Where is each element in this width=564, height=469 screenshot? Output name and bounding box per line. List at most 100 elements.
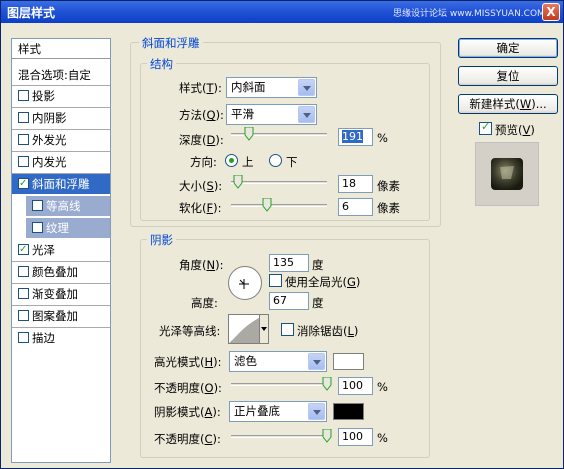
gradient-overlay-checkbox[interactable] [18, 288, 29, 299]
chevron-down-icon[interactable] [308, 353, 325, 370]
slider-thumb[interactable] [322, 377, 332, 391]
style-item-inner-glow[interactable]: 内发光 [12, 152, 110, 172]
style-item-label: 等高线 [46, 199, 81, 213]
shadow-opacity-slider[interactable] [231, 429, 332, 443]
inner-shadow-checkbox[interactable] [18, 112, 29, 123]
highlight-opacity-value: 100 [342, 379, 363, 392]
watermark-text: 思缘设计论坛 www.MISSYUAN.COM [393, 9, 545, 19]
pattern-overlay-checkbox[interactable] [18, 310, 29, 321]
altitude-value: 67 [273, 294, 287, 307]
blend-options-item[interactable]: 混合选项:自定 [12, 65, 110, 85]
contour-dropdown-arrow[interactable] [259, 314, 269, 344]
ok-button[interactable]: 确定 [458, 38, 558, 58]
contour-checkbox[interactable] [32, 200, 43, 211]
depth-slider[interactable] [231, 127, 327, 141]
inner-glow-checkbox[interactable] [18, 156, 29, 167]
shadow-mode-value: 正片叠底 [234, 404, 280, 418]
drop-shadow-checkbox[interactable] [18, 90, 29, 101]
style-item-label: 投影 [32, 89, 55, 103]
highlight-opacity-unit: % [377, 380, 388, 394]
style-item-label: 颜色叠加 [32, 265, 78, 279]
highlight-opacity-slider[interactable] [231, 377, 332, 391]
style-item-pattern-overlay[interactable]: 图案叠加 [12, 306, 110, 326]
chevron-down-icon[interactable] [298, 79, 315, 96]
slider-thumb[interactable] [244, 127, 254, 141]
angle-label: 角度(N): [179, 258, 224, 272]
direction-down-radio[interactable] [269, 154, 282, 167]
layer-style-dialog: 图层样式 思缘设计论坛 www.MISSYUAN.COM X 样式 混合选项:自… [0, 0, 564, 469]
highlight-mode-select[interactable]: 滤色 [229, 351, 327, 372]
soften-unit: 像素 [377, 201, 400, 215]
bevel-emboss-checkbox[interactable] [18, 174, 29, 194]
technique-value: 平滑 [231, 107, 254, 121]
outer-glow-checkbox[interactable] [18, 134, 29, 145]
angle-input[interactable]: 135 [269, 254, 309, 272]
altitude-label: 高度: [191, 296, 218, 310]
close-button[interactable]: X [542, 3, 560, 21]
bevel-emboss-title: 斜面和浮雕 [139, 35, 203, 51]
highlight-mode-value: 滤色 [234, 354, 257, 368]
size-unit: 像素 [377, 179, 400, 193]
depth-label: 深度(D): [179, 133, 224, 147]
soften-slider[interactable] [231, 198, 327, 212]
preview-checkbox[interactable] [479, 120, 492, 135]
shadow-opacity-unit: % [377, 431, 388, 445]
slider-thumb[interactable] [322, 429, 332, 443]
texture-checkbox[interactable] [32, 222, 43, 233]
stroke-checkbox[interactable] [18, 332, 29, 343]
bevel-style-value: 内斜面 [231, 80, 266, 94]
style-item-texture[interactable]: 纹理 [26, 218, 110, 238]
style-item-gradient-overlay[interactable]: 渐变叠加 [12, 284, 110, 304]
opacity1-label: 不透明度(O): [154, 381, 222, 395]
technique-label: 方法(Q): [179, 108, 224, 122]
slider-thumb[interactable] [233, 175, 243, 189]
shadow-color-swatch[interactable] [333, 403, 364, 420]
style-preview-thumbnail [475, 142, 539, 206]
size-input[interactable]: 18 [338, 175, 373, 193]
size-value: 18 [342, 177, 356, 190]
styles-list-header[interactable]: 样式 [12, 39, 110, 59]
depth-unit: % [377, 131, 388, 145]
chevron-down-icon[interactable] [308, 403, 325, 420]
shadow-mode-select[interactable]: 正片叠底 [229, 401, 327, 422]
style-item-label: 内发光 [32, 155, 67, 169]
soften-input[interactable]: 6 [338, 198, 373, 216]
color-overlay-checkbox[interactable] [18, 266, 29, 277]
new-style-button[interactable]: 新建样式(W)... [458, 94, 558, 114]
direction-up-radio[interactable] [225, 154, 238, 167]
title-bar[interactable]: 图层样式 思缘设计论坛 www.MISSYUAN.COM X [1, 1, 563, 23]
chevron-down-icon[interactable] [298, 106, 315, 123]
style-item-drop-shadow[interactable]: 投影 [12, 86, 110, 106]
global-light-checkbox[interactable] [269, 274, 282, 287]
style-item-label: 光泽 [32, 243, 55, 257]
preview-swatch-icon [491, 158, 523, 190]
altitude-unit: 度 [312, 296, 324, 310]
shadow-opacity-value: 100 [342, 430, 363, 443]
style-item-contour[interactable]: 等高线 [26, 196, 110, 216]
global-light-label: 使用全局光(G) [285, 275, 361, 289]
style-item-satin[interactable]: 光泽 [12, 240, 110, 260]
angle-dial[interactable] [228, 266, 262, 300]
reset-button[interactable]: 复位 [458, 66, 558, 86]
style-item-outer-glow[interactable]: 外发光 [12, 130, 110, 150]
shadow-opacity-input[interactable]: 100 [338, 428, 373, 446]
highlight-opacity-input[interactable]: 100 [338, 377, 373, 395]
satin-checkbox[interactable] [18, 240, 29, 260]
altitude-input[interactable]: 67 [269, 292, 309, 310]
style-item-bevel-emboss[interactable]: 斜面和浮雕 [12, 174, 110, 194]
depth-input[interactable]: 191 [338, 128, 373, 146]
size-label: 大小(S): [179, 179, 223, 193]
style-item-inner-shadow[interactable]: 内阴影 [12, 108, 110, 128]
slider-thumb[interactable] [262, 198, 272, 212]
technique-select[interactable]: 平滑 [226, 104, 317, 125]
style-item-label: 描边 [32, 331, 55, 345]
antialias-checkbox[interactable] [281, 323, 294, 336]
style-item-stroke[interactable]: 描边 [12, 328, 110, 348]
highlight-color-swatch[interactable] [333, 353, 364, 370]
style-item-color-overlay[interactable]: 颜色叠加 [12, 262, 110, 282]
styles-list: 样式 混合选项:自定 投影 内阴影 外发光 内发光 斜面和浮雕 等高线 纹理 光… [11, 38, 111, 463]
soften-label: 软化(F): [179, 201, 222, 215]
size-slider[interactable] [231, 175, 327, 189]
bevel-style-select[interactable]: 内斜面 [226, 77, 317, 98]
style-item-label: 外发光 [32, 133, 67, 147]
